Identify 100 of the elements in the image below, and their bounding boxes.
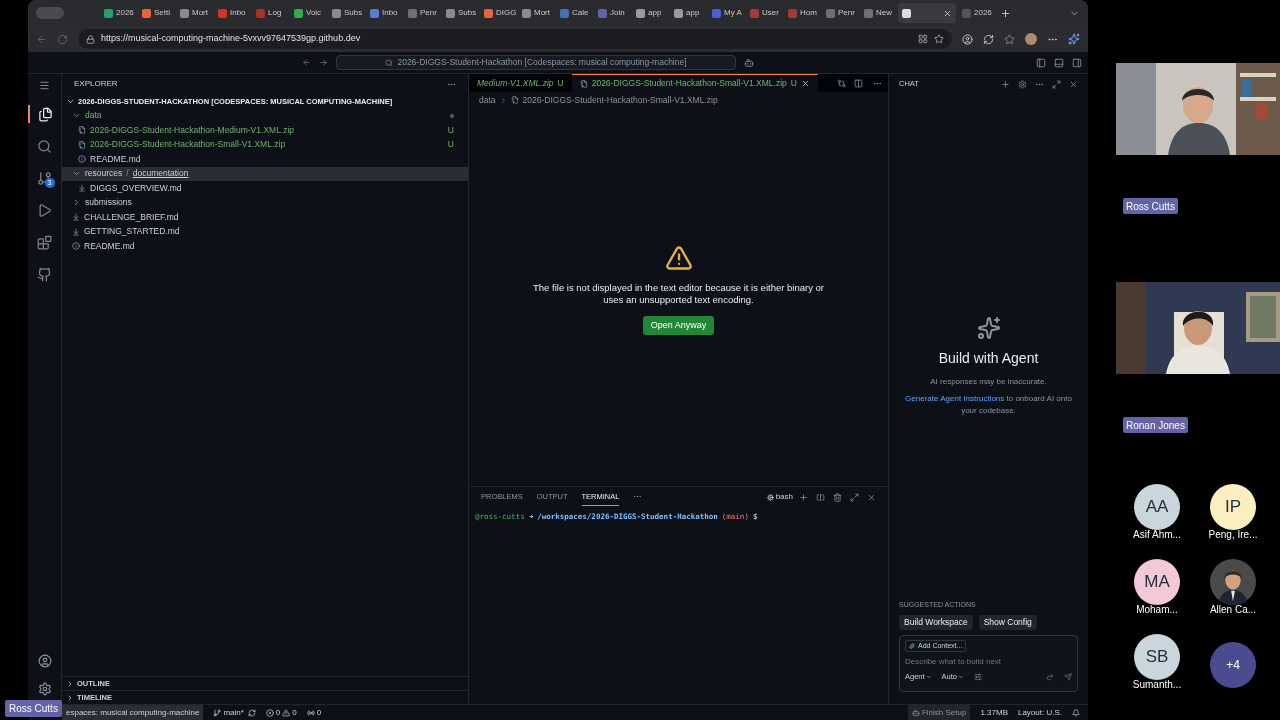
tree-item[interactable]: README.md <box>62 239 468 254</box>
breadcrumb-item[interactable]: data <box>479 93 496 107</box>
back-icon[interactable] <box>36 33 47 45</box>
browser-tab[interactable]: Setti <box>138 3 174 23</box>
folder-name[interactable]: documentation <box>132 167 189 181</box>
url-field[interactable]: https://musical-computing-machine-5vxvv97647539gp.github.dev <box>78 29 952 49</box>
profile-avatar[interactable] <box>1025 33 1037 45</box>
more-participants-button[interactable]: +4 <box>1210 642 1256 688</box>
keyboard-layout-status[interactable]: Layout: U.S. <box>1017 706 1062 719</box>
tree-item[interactable]: data <box>62 108 468 123</box>
split-editor-icon[interactable] <box>854 78 863 88</box>
account-icon[interactable] <box>37 654 52 668</box>
maximize-icon[interactable] <box>1052 79 1061 89</box>
suggested-action-button[interactable]: Show Config <box>978 615 1037 630</box>
browser-tab[interactable]: Inbo <box>214 3 250 23</box>
toggle-sidebar-icon[interactable] <box>1036 57 1046 68</box>
browser-tab[interactable]: Hom <box>784 3 820 23</box>
open-anyway-button[interactable]: Open Anyway <box>642 316 715 335</box>
agent-instructions-link[interactable]: Generate Agent Instructions <box>905 394 1005 403</box>
browser-tab[interactable]: Join <box>594 3 630 23</box>
file-size-status: 1.37MB <box>980 706 1008 719</box>
forward-icon[interactable] <box>319 58 328 67</box>
browser-tab[interactable]: 2026 <box>100 3 136 23</box>
split-terminal-icon[interactable] <box>816 492 825 502</box>
toggle-secondary-sidebar-icon[interactable] <box>1072 57 1082 68</box>
tree-item[interactable]: submissions <box>62 195 468 210</box>
browser-tab[interactable]: Mort <box>518 3 554 23</box>
tree-item[interactable]: GETTING_STARTED.md <box>62 224 468 239</box>
participant-tile[interactable]: SB Sumanth... <box>1126 634 1188 692</box>
browser-tab[interactable]: DIGG <box>480 3 516 23</box>
editor-tab[interactable]: Medium-V1.XML.zip U <box>469 74 572 92</box>
sidebar-title: EXPLORER <box>74 78 118 90</box>
browser-tab[interactable]: app <box>670 3 706 23</box>
back-icon[interactable] <box>302 58 311 67</box>
warning-icon <box>282 708 291 717</box>
toggle-panel-icon[interactable] <box>1054 57 1064 68</box>
editor-tab[interactable]: 2026-DIGGS-Student-Hackathon-Small-V1.XML.zip U <box>571 74 818 92</box>
close-icon[interactable] <box>1069 79 1078 89</box>
tree-item[interactable]: 2026-DIGGS-Student-Hackathon-Medium-V1.XML.zip U <box>62 123 468 138</box>
browser-tab[interactable]: Penr <box>404 3 440 23</box>
settings-icon[interactable] <box>1018 79 1027 89</box>
terminal-selector[interactable]: bash <box>766 491 793 503</box>
chevron-icon <box>499 96 507 104</box>
copilot-icon[interactable] <box>1068 33 1080 45</box>
browser-tab[interactable]: Subs <box>442 3 478 23</box>
trash-icon[interactable] <box>833 492 842 502</box>
suggested-action-button[interactable]: Build Workspace <box>899 615 973 630</box>
browser-tab[interactable]: My A <box>708 3 744 23</box>
browser-tab[interactable]: app <box>632 3 668 23</box>
browser-tab[interactable]: Penr <box>822 3 858 23</box>
participant-tile[interactable]: Allen Ca... <box>1202 559 1264 617</box>
favorites-icon[interactable] <box>1004 33 1015 45</box>
participant-tile[interactable]: +4 <box>1202 634 1264 692</box>
tree-item[interactable]: DIGGS_OVERVIEW.md <box>62 181 468 196</box>
participant-tile[interactable]: IP Peng, Ire... <box>1202 484 1264 542</box>
copilot-icon[interactable] <box>744 57 754 68</box>
compare-icon[interactable] <box>837 78 846 88</box>
favorite-icon[interactable] <box>934 34 944 44</box>
notifications-icon[interactable] <box>1072 708 1080 717</box>
finish-setup-status[interactable]: Finish Setup <box>907 704 971 720</box>
command-center[interactable]: 2026-DIGGS-Student-Hackathon [Codespaces: musical computing-machine] <box>336 55 736 70</box>
close-icon[interactable] <box>943 8 952 18</box>
ports-status[interactable]: 0 <box>306 706 322 719</box>
participant-tile[interactable]: MA Moham... <box>1126 559 1188 617</box>
tree-item[interactable]: CHALLENGE_BRIEF.md <box>62 210 468 225</box>
browser-tab[interactable]: Voic <box>290 3 326 23</box>
tree-item[interactable]: README.md <box>62 152 468 167</box>
menu-icon[interactable] <box>39 80 50 91</box>
browser-tab[interactable]: Inbo <box>366 3 402 23</box>
browser-tab[interactable]: User <box>746 3 782 23</box>
participant-name: Moham... <box>1136 603 1178 617</box>
more-tabs[interactable]: ··· <box>633 491 642 503</box>
maximize-icon[interactable] <box>850 492 859 502</box>
new-chat-icon[interactable] <box>1001 79 1010 89</box>
remote-indicator[interactable]: espaces: musical computing-machine <box>62 704 204 720</box>
apps-icon[interactable] <box>918 34 928 44</box>
browser-tab[interactable]: Subs <box>328 3 364 23</box>
tree-item[interactable]: resources / documentation <box>62 166 468 181</box>
browser-tab[interactable]: Cale <box>556 3 592 23</box>
send-icon[interactable] <box>1064 672 1072 681</box>
browser-tab[interactable]: New <box>860 3 896 23</box>
browser-tab[interactable]: Mort <box>176 3 212 23</box>
browser-tab[interactable]: 2026 <box>958 3 994 23</box>
problems-status[interactable]: 0 0 <box>265 706 297 719</box>
new-tab-icon[interactable] <box>1000 7 1011 19</box>
sync-icon[interactable] <box>247 708 256 717</box>
github-icon <box>37 266 52 282</box>
tree-item[interactable]: 2026-DIGGS-Student-Hackathon-Small-V1.XML.zip U <box>62 137 468 152</box>
breadcrumb-item[interactable]: 2026-DIGGS-Student-Hackathon-Small-V1.XML.zip <box>522 93 718 107</box>
new-terminal-icon[interactable] <box>799 492 808 502</box>
branch-status[interactable]: main* <box>213 706 244 719</box>
participant-tile[interactable]: AA Asif Ahm... <box>1126 484 1188 542</box>
forward-icon[interactable] <box>1046 672 1054 681</box>
close-icon[interactable] <box>867 492 876 502</box>
browser-tab[interactable]: Log <box>252 3 288 23</box>
browser-tab[interactable] <box>898 3 956 23</box>
chat-field[interactable]: Describe what to build next <box>905 656 1072 668</box>
tools-icon[interactable] <box>974 672 983 681</box>
close-icon[interactable] <box>800 79 810 88</box>
settings-icon[interactable] <box>37 682 52 696</box>
